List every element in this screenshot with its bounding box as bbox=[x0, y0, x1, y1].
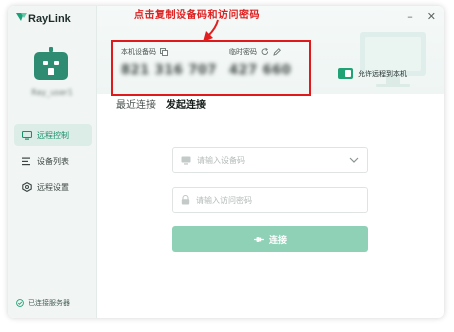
device-code-block[interactable]: 本机设备码 821 316 707 bbox=[121, 47, 217, 78]
password-value[interactable]: 427 660 bbox=[229, 63, 291, 78]
password-label: 临时密码 bbox=[229, 48, 257, 56]
annotation-arrow bbox=[203, 19, 219, 42]
chevron-down-icon[interactable] bbox=[345, 157, 363, 163]
app-title: RayLink bbox=[28, 12, 71, 25]
allow-remote-toggle-row: 允许远程到本机 bbox=[338, 68, 407, 79]
server-status-text: 已连接服务器 bbox=[28, 299, 70, 307]
app-logo: RayLink bbox=[16, 12, 71, 25]
monitor-icon bbox=[181, 156, 191, 165]
connect-label: 连接 bbox=[268, 235, 287, 246]
device-code-field[interactable] bbox=[172, 147, 368, 173]
sidebar-item-remote-control[interactable]: 远程控制 bbox=[14, 124, 92, 146]
device-code-label: 本机设备码 bbox=[121, 48, 156, 56]
refresh-icon[interactable] bbox=[261, 48, 269, 56]
raylink-logo-icon bbox=[16, 12, 27, 25]
device-code-input[interactable] bbox=[191, 155, 345, 165]
sidebar: RayLink Ray_user1 远程控制 设备列表 远程设置 已连接服务器 bbox=[8, 6, 97, 318]
username: Ray_user1 bbox=[31, 88, 73, 97]
settings-icon bbox=[22, 182, 32, 192]
check-circle-icon bbox=[16, 299, 24, 307]
connect-button[interactable]: 连接 bbox=[172, 226, 368, 252]
sidebar-nav: 远程控制 设备列表 远程设置 bbox=[14, 124, 92, 202]
connect-link-icon bbox=[253, 236, 265, 243]
edit-icon[interactable] bbox=[273, 48, 281, 56]
password-block[interactable]: 临时密码 427 660 bbox=[229, 47, 291, 78]
annotation-text: 点击复制设备码和访问密码 bbox=[134, 10, 260, 21]
allow-remote-toggle[interactable] bbox=[338, 68, 353, 79]
avatar[interactable] bbox=[34, 47, 68, 80]
copy-icon[interactable] bbox=[160, 48, 168, 56]
sidebar-item-remote-settings[interactable]: 远程设置 bbox=[14, 176, 92, 198]
tab-initiate-connection[interactable]: 发起连接 bbox=[166, 96, 206, 111]
credentials-highlight-box: 本机设备码 821 316 707 临时密码 427 660 bbox=[111, 40, 311, 96]
close-button[interactable]: ✕ bbox=[427, 10, 436, 23]
lock-icon bbox=[181, 195, 190, 205]
access-password-field[interactable] bbox=[172, 187, 368, 213]
sidebar-item-label: 设备列表 bbox=[37, 156, 69, 166]
list-icon bbox=[22, 156, 32, 166]
tab-recent-connections[interactable]: 最近连接 bbox=[116, 96, 156, 111]
sidebar-item-label: 远程控制 bbox=[37, 130, 69, 140]
minimize-button[interactable]: – bbox=[407, 10, 413, 23]
monitor-icon bbox=[22, 130, 32, 140]
allow-remote-label: 允许远程到本机 bbox=[358, 69, 407, 78]
access-password-input[interactable] bbox=[190, 195, 367, 205]
server-status: 已连接服务器 bbox=[16, 298, 70, 308]
monitor-illustration bbox=[352, 28, 434, 90]
device-code-value[interactable]: 821 316 707 bbox=[121, 63, 217, 78]
sidebar-item-label: 远程设置 bbox=[37, 182, 69, 192]
connection-tabs: 最近连接 发起连接 bbox=[116, 96, 206, 111]
window-controls: – ✕ bbox=[407, 10, 436, 23]
sidebar-item-device-list[interactable]: 设备列表 bbox=[14, 150, 92, 172]
